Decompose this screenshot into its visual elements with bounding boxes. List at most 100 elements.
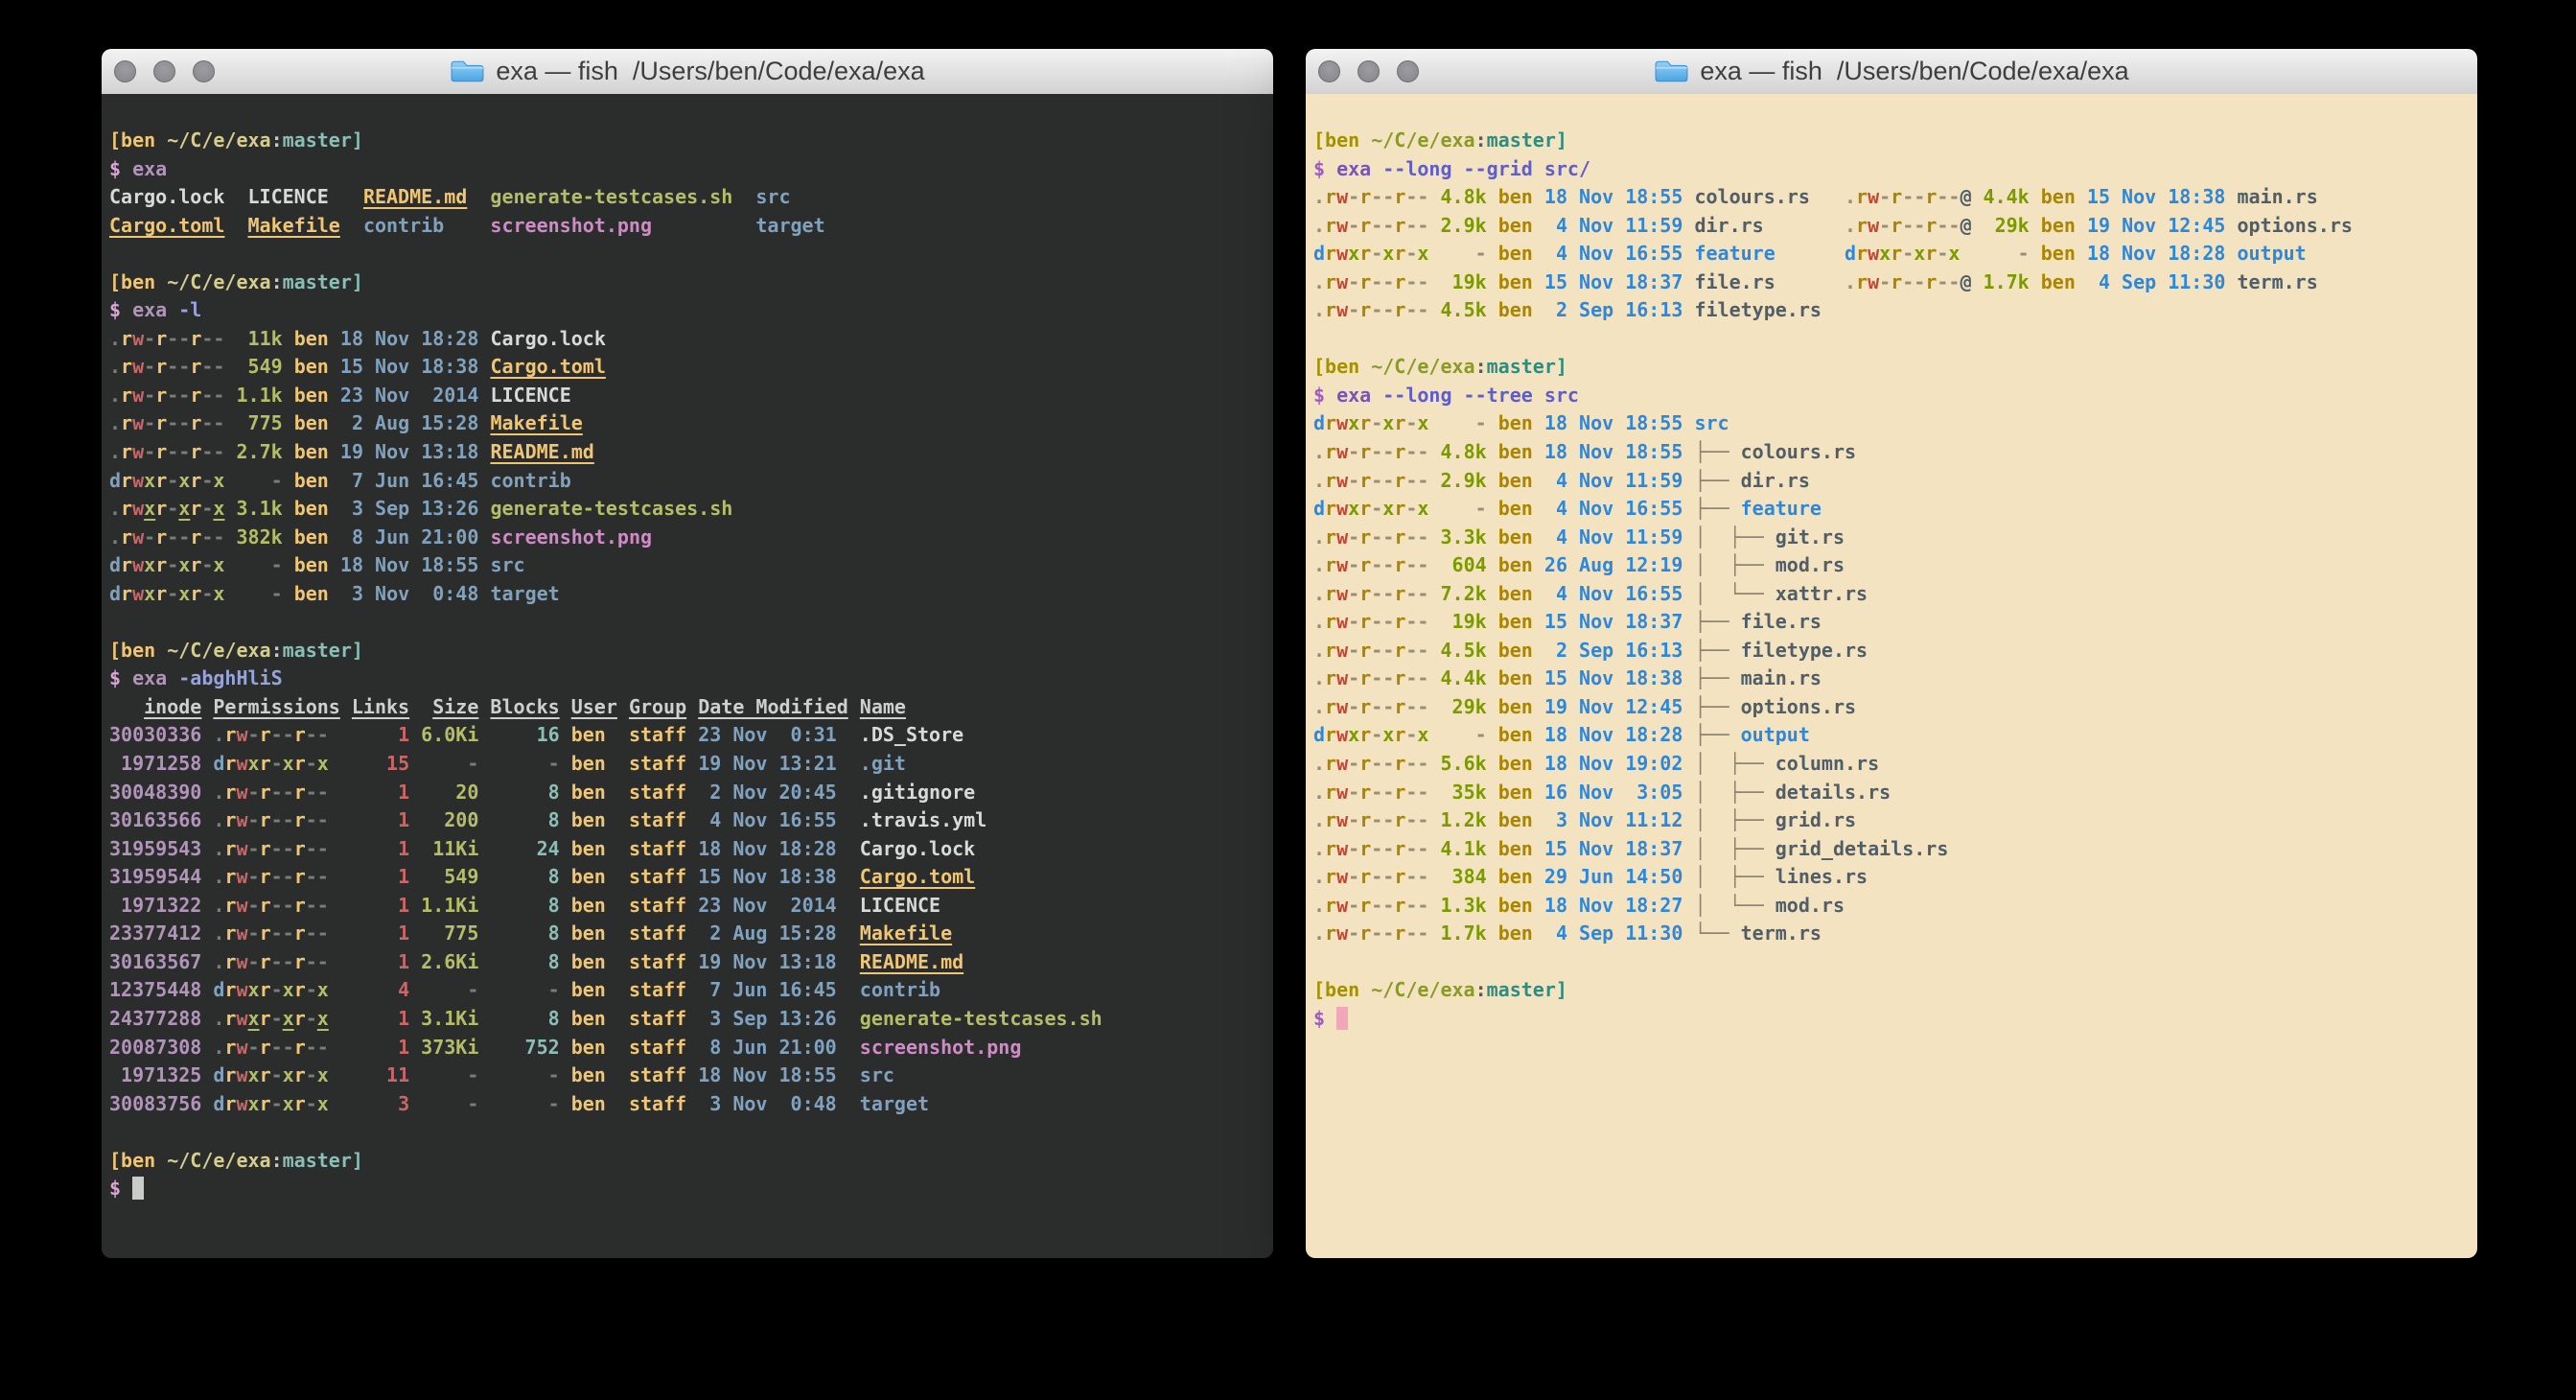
permission-char: w [132,411,144,434]
permission-char: . [1313,865,1325,888]
permission-char: w [236,723,247,746]
permission-char: - [1417,752,1428,775]
permission-char: - [1405,270,1417,293]
permission-char: r [1359,242,1371,265]
permission-char: r [1856,242,1868,265]
permission-char: - [201,497,213,520]
text-segment: 30083756 [109,1092,201,1115]
text-segment: ben [560,950,617,973]
permission-char: d [1845,242,1856,265]
permission-char: - [167,469,178,492]
permission-char: - [167,440,178,463]
terminal-line: .rw-r--r-- 5.6k ben 18 Nov 19:02 │ ├── c… [1313,750,2473,779]
zoom-button[interactable] [193,60,215,82]
permission-char: . [213,837,224,860]
text-segment: 4 Sep 11:30 [2076,270,2226,293]
permission-char: - [1348,639,1359,662]
text-segment: contrib [478,469,570,492]
permission-char: x [1382,242,1394,265]
permission-char: - [1405,808,1417,831]
permission-char: x [1914,242,1925,265]
terminal-line: $ exa [109,155,1269,184]
zoom-button[interactable] [1397,60,1419,82]
permission-char: r [1394,808,1405,831]
permission-char: r [121,440,132,463]
text-segment: lines.rs [1775,865,1868,888]
text-segment: main.rs [2225,185,2317,208]
permission-char: r [1394,752,1405,775]
text-segment: 20 [409,781,478,804]
permission-char: x [1382,497,1394,520]
text-segment: ben [1487,610,1533,633]
terminal-content-light[interactable]: [ben ~/C/e/exa:master]$ exa --long --gri… [1306,94,2477,1258]
text-segment: 1 [329,837,409,860]
permission-char: - [1348,695,1359,718]
text-segment [201,695,213,718]
minimize-button[interactable] [153,60,175,82]
permission-char: - [1937,185,1948,208]
text-segment: dir.rs [1683,214,1763,237]
permission-char: . [213,865,224,888]
permission-char: r [294,837,306,860]
permission-char: - [1417,894,1428,917]
permission-char: - [1348,837,1359,860]
permission-char: r [190,327,201,350]
permission-char: - [1382,639,1394,662]
permission-char: r [294,922,306,945]
permission-char: - [317,808,329,831]
terminal-line: .rw-r--r-- 1.3k ben 18 Nov 18:27 │ └── m… [1313,892,2473,921]
text-segment: - [478,978,559,1001]
text-segment: ] [352,1149,363,1172]
text-segment: - [1428,411,1486,434]
terminal-content-dark[interactable]: [ben ~/C/e/exa:master]$ exaCargo.lock LI… [102,94,1273,1258]
text-segment: 18 Nov 18:55 [329,553,479,576]
text-segment: 7 Jun 16:45 [686,978,837,1001]
permission-char: x [1948,242,1960,265]
permission-char: r [1394,298,1405,321]
text-segment: - [224,553,282,576]
text-segment: 2 Sep 16:13 [1533,639,1683,662]
permission-char: - [317,950,329,973]
terminal-line: drwxr-xr-x - ben 18 Nov 18:55 src [1313,409,2473,438]
text-segment: [ben [109,270,167,293]
permission-char: w [132,327,144,350]
permission-char: x [1417,411,1428,434]
titlebar[interactable]: exa — fish /Users/ben/Code/exa/exa [1306,49,2477,95]
permission-char: w [1868,185,1879,208]
permission-char: r [1394,270,1405,293]
text-segment: feature [1683,242,1775,265]
permission-char: d [109,469,121,492]
permission-char: r [1325,808,1336,831]
permission-char: - [1417,270,1428,293]
text-segment: LICENCE [248,185,329,208]
text-segment: Makefile [248,214,340,237]
text-segment [686,695,698,718]
close-button[interactable] [114,60,136,82]
permission-char: . [213,808,224,831]
text-segment: 8 [478,1007,559,1030]
permission-char: r [1394,894,1405,917]
text-segment: 8 [478,922,559,945]
terminal-line: .rw-r--r-- 1.7k ben 4 Sep 11:30 └── term… [1313,920,2473,948]
permission-char: - [201,440,213,463]
permission-char: - [178,411,190,434]
permission-char: - [317,922,329,945]
permission-char: r [1359,469,1371,492]
text-segment: exa [132,666,167,689]
permission-char: - [248,865,260,888]
text-segment: 15 [329,752,409,775]
permission-char: - [1382,185,1394,208]
text-segment: ben [560,1007,617,1030]
text-segment: : [271,270,283,293]
minimize-button[interactable] [1358,60,1380,82]
text-segment: 4 Nov 16:55 [1533,582,1683,605]
text-segment: 16 [478,723,559,746]
text-segment: - [478,1063,559,1086]
text-segment: 1 [329,723,409,746]
titlebar[interactable]: exa — fish /Users/ben/Code/exa/exa [102,49,1273,95]
terminal-line: .rw-r--r-- 382k ben 8 Jun 21:00 screensh… [109,524,1269,552]
permission-char: r [1325,270,1336,293]
permission-char: w [132,440,144,463]
permission-char: x [317,1092,329,1115]
close-button[interactable] [1318,60,1340,82]
